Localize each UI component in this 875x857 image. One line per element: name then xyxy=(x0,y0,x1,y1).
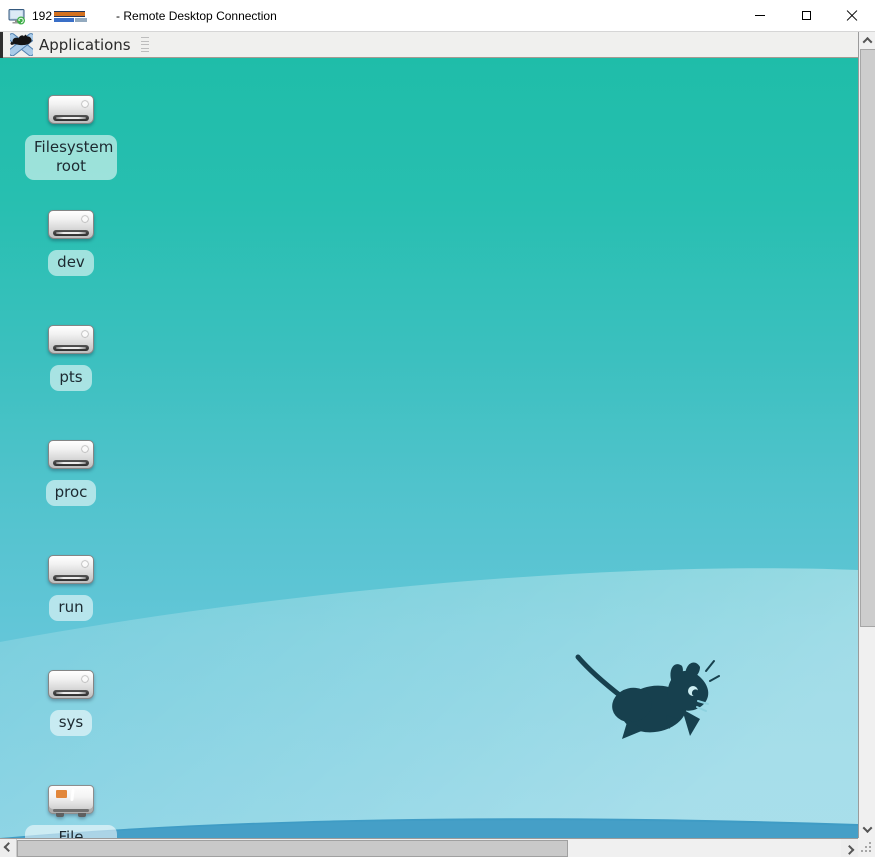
drive-filesystem-icon xyxy=(48,785,94,814)
xfce-mouse-logo xyxy=(570,643,720,743)
desktop-icon-label: dev xyxy=(48,250,94,276)
desktop-icon-proc[interactable]: proc xyxy=(23,440,119,506)
close-button[interactable] xyxy=(829,0,875,31)
chevron-right-icon xyxy=(845,844,855,854)
applications-menu-label: Applications xyxy=(39,36,131,54)
desktop-icon-file-system[interactable]: File System xyxy=(23,785,119,838)
vertical-scrollbar[interactable] xyxy=(858,32,875,838)
drive-harddisk-icon xyxy=(48,670,94,699)
vertical-scrollbar-thumb[interactable] xyxy=(860,49,875,627)
window-title-suffix: - Remote Desktop Connection xyxy=(116,9,277,23)
minimize-icon xyxy=(755,15,765,16)
maximize-icon xyxy=(802,11,811,20)
desktop-icon-label: pts xyxy=(50,365,91,391)
drive-harddisk-icon xyxy=(48,440,94,469)
desktop-icon-dev[interactable]: dev xyxy=(23,210,119,276)
scroll-up-button[interactable] xyxy=(859,32,875,49)
maximize-button[interactable] xyxy=(783,0,829,31)
window-title-prefix: 192 xyxy=(32,9,52,23)
desktop-icon-sys[interactable]: sys xyxy=(23,670,119,736)
xfce-applications-icon xyxy=(10,33,33,56)
redacted-ip xyxy=(54,10,102,22)
desktop-icon-label: proc xyxy=(46,480,97,506)
panel-edge xyxy=(0,32,3,58)
scroll-left-button[interactable] xyxy=(0,839,17,857)
close-icon xyxy=(846,10,858,22)
resize-grip[interactable] xyxy=(858,838,875,857)
drive-harddisk-icon xyxy=(48,555,94,584)
desktop-icon-pts[interactable]: pts xyxy=(23,325,119,391)
chevron-down-icon xyxy=(863,823,873,833)
drive-harddisk-icon xyxy=(48,95,94,124)
horizontal-scrollbar-thumb[interactable] xyxy=(17,840,568,857)
remote-desktop-icon[interactable] xyxy=(8,7,26,25)
drive-harddisk-icon xyxy=(48,210,94,239)
desktop-icon-filesystem-root[interactable]: Filesystem root xyxy=(23,95,119,180)
window-title: 192 - Remote Desktop Connection xyxy=(32,9,277,23)
desktop-icon-label: File System xyxy=(25,825,117,838)
drive-harddisk-icon xyxy=(48,325,94,354)
panel-handle[interactable] xyxy=(141,37,149,52)
remote-desktop-window: 192 - Remote Desktop Connection xyxy=(0,0,875,857)
desktop-icon-label: Filesystem root xyxy=(25,135,117,180)
chevron-up-icon xyxy=(863,37,873,47)
wallpaper-waves xyxy=(0,58,858,838)
scroll-right-button[interactable] xyxy=(841,839,858,857)
desktop: Filesystem root dev pts xyxy=(0,58,858,838)
chevron-left-icon xyxy=(3,842,13,852)
xfce-panel: Applications xyxy=(0,32,858,58)
desktop-icon-run[interactable]: run xyxy=(23,555,119,621)
window-controls xyxy=(737,0,875,31)
horizontal-scrollbar[interactable] xyxy=(0,838,858,857)
minimize-button[interactable] xyxy=(737,0,783,31)
scroll-down-button[interactable] xyxy=(859,821,875,838)
titlebar: 192 - Remote Desktop Connection xyxy=(0,0,875,32)
desktop-icon-label: sys xyxy=(50,710,93,736)
applications-menu-button[interactable]: Applications xyxy=(3,32,137,58)
desktop-icon-label: run xyxy=(49,595,92,621)
